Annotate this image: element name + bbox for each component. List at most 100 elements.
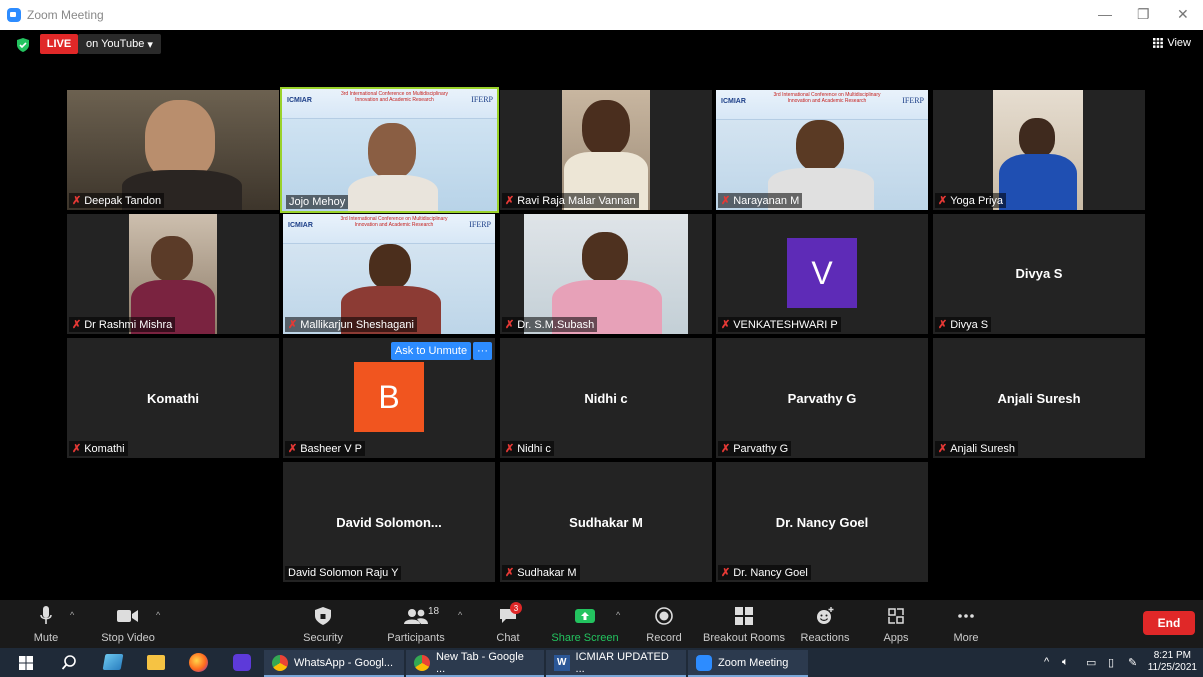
taskbar-word-document[interactable]: W ICMIAR UPDATED ...: [546, 650, 686, 677]
participant-video: [67, 90, 279, 210]
task-view-icon[interactable]: [102, 654, 124, 670]
participant-name-label: ✗ Dr. Nancy Goel: [718, 565, 811, 580]
participant-name: Dr. Nancy Goel: [733, 566, 808, 579]
youtube-stream-menu[interactable]: on YouTube ▾: [78, 34, 161, 54]
record-label: Record: [646, 632, 682, 644]
discord-icon[interactable]: [233, 654, 251, 671]
participant-name-label: ✗ Divya S: [935, 317, 992, 332]
video-tile[interactable]: Komathi ✗ Komathi: [67, 338, 279, 458]
maximize-button[interactable]: ❐: [1137, 6, 1150, 23]
volume-icon[interactable]: 🔈︎: [1062, 656, 1069, 669]
taskbar-app-label: WhatsApp - Googl...: [294, 656, 394, 669]
encryption-shield-icon[interactable]: [17, 38, 29, 52]
video-tile[interactable]: Sudhakar M ✗ Sudhakar M: [500, 462, 712, 582]
participant-figure: [368, 123, 416, 179]
video-tile-active-speaker[interactable]: ICMIAR 3rd International Conference on M…: [280, 87, 499, 213]
participant-avatar: V: [787, 238, 857, 308]
taskbar-zoom-meeting[interactable]: Zoom Meeting: [688, 650, 808, 677]
banner-org-right: IFERP: [902, 96, 924, 105]
battery-icon[interactable]: ▯: [1108, 656, 1114, 669]
mic-muted-icon: ✗: [72, 443, 82, 455]
participant-video: [993, 90, 1083, 210]
video-tile[interactable]: Parvathy G ✗ Parvathy G: [716, 338, 928, 458]
microphone-icon: [40, 604, 52, 628]
video-tile[interactable]: Anjali Suresh ✗ Anjali Suresh: [933, 338, 1145, 458]
mic-muted-icon: ✗: [505, 195, 515, 207]
pen-icon[interactable]: ✎: [1128, 656, 1137, 669]
clock-date: 11/25/2021: [1147, 662, 1197, 673]
reactions-button[interactable]: Reactions: [798, 600, 852, 648]
record-button[interactable]: Record: [644, 600, 684, 648]
participant-name-label: ✗ Ravi Raja Malar Vannan: [502, 193, 639, 208]
close-button[interactable]: ✕: [1177, 6, 1189, 23]
participant-name: Ravi Raja Malar Vannan: [517, 194, 636, 207]
participant-name-label: ✗ Basheer V P: [285, 441, 365, 456]
tile-more-options-button[interactable]: ···: [473, 342, 492, 360]
apps-button[interactable]: Apps: [878, 600, 914, 648]
participants-caret-icon[interactable]: ^: [458, 610, 462, 620]
view-button[interactable]: View: [1153, 37, 1191, 49]
conference-banner: ICMIAR 3rd International Conference on M…: [283, 214, 495, 244]
chat-label: Chat: [496, 632, 520, 644]
participant-name: Basheer V P: [300, 442, 362, 455]
video-tile[interactable]: Dr. Nancy Goel ✗ Dr. Nancy Goel: [716, 462, 928, 582]
mic-muted-icon: ✗: [505, 319, 515, 331]
network-icon[interactable]: ▭: [1086, 656, 1096, 669]
security-button[interactable]: Security: [300, 600, 346, 648]
clock-time: 8:21 PM: [1153, 650, 1191, 661]
share-options-caret-icon[interactable]: ^: [616, 610, 620, 620]
taskbar-whatsapp[interactable]: WhatsApp - Googl...: [264, 650, 404, 677]
banner-org-left: ICMIAR: [721, 98, 746, 105]
participant-name-label: ✗ Narayanan M: [718, 193, 803, 208]
video-camera-icon: [117, 604, 139, 628]
video-tile[interactable]: ✗ Dr. S.M.Subash: [500, 214, 712, 334]
mute-label: Mute: [33, 632, 59, 644]
more-button[interactable]: More: [948, 600, 984, 648]
mute-button[interactable]: Mute: [28, 600, 64, 648]
video-tile[interactable]: Divya S ✗ Divya S: [933, 214, 1145, 334]
video-options-caret-icon[interactable]: ^: [156, 610, 160, 620]
ask-to-unmute-button[interactable]: Ask to Unmute: [391, 342, 471, 360]
taskbar-clock[interactable]: 8:21 PM 11/25/2021: [1148, 650, 1197, 674]
windows-start-icon[interactable]: [19, 656, 33, 670]
video-tile[interactable]: ✗ Yoga Priya: [933, 90, 1145, 210]
mic-muted-icon: ✗: [721, 443, 731, 455]
video-tile[interactable]: ✗ Deepak Tandon: [67, 90, 279, 210]
video-tile[interactable]: V ✗ VENKATESHWARI P: [716, 214, 928, 334]
breakout-rooms-button[interactable]: Breakout Rooms: [703, 600, 785, 648]
participant-name-label: ✗ Deepak Tandon: [69, 193, 165, 208]
file-explorer-icon[interactable]: [147, 655, 165, 670]
video-tile[interactable]: David Solomon... David Solomon Raju Y: [283, 462, 495, 582]
share-screen-button[interactable]: Share Screen: [551, 600, 619, 648]
more-dots-icon: [957, 604, 975, 628]
participant-display-name: Nidhi c: [584, 390, 628, 406]
show-hidden-icons-chevron-icon[interactable]: ^: [1044, 656, 1049, 668]
stop-video-button[interactable]: Stop Video: [98, 600, 158, 648]
minimize-button[interactable]: —: [1098, 6, 1112, 22]
participant-name: Parvathy G: [733, 442, 789, 455]
chrome-icon: [272, 654, 288, 671]
participant-name: David Solomon Raju Y: [288, 567, 399, 579]
video-tile[interactable]: Nidhi c ✗ Nidhi c: [500, 338, 712, 458]
participant-figure: [145, 100, 215, 180]
participant-name-label: ✗ Parvathy G: [718, 441, 792, 456]
video-tile[interactable]: ICMIAR 3rd International Conference on M…: [716, 90, 928, 210]
live-badge[interactable]: LIVE: [40, 34, 78, 54]
participant-avatar: B: [354, 362, 424, 432]
banner-headline: 3rd International Conference on Multidis…: [340, 216, 448, 228]
video-tile[interactable]: ✗ Dr Rashmi Mishra: [67, 214, 279, 334]
audio-options-caret-icon[interactable]: ^: [70, 610, 74, 620]
taskbar-new-tab[interactable]: New Tab - Google ...: [406, 650, 544, 677]
chat-unread-badge: 3: [510, 602, 522, 614]
video-tile[interactable]: ICMIAR 3rd International Conference on M…: [283, 214, 495, 334]
participants-icon: [404, 604, 428, 628]
video-tile[interactable]: ✗ Ravi Raja Malar Vannan: [500, 90, 712, 210]
firefox-icon[interactable]: [189, 653, 208, 672]
chevron-down-icon: ▾: [147, 38, 153, 51]
end-meeting-button[interactable]: End: [1143, 611, 1195, 635]
taskbar-app-label: ICMIAR UPDATED ...: [575, 650, 669, 675]
reactions-label: Reactions: [800, 632, 850, 644]
search-icon[interactable]: [62, 655, 76, 670]
participant-name: Anjali Suresh: [950, 442, 1016, 455]
participant-display-name: Sudhakar M: [569, 514, 643, 530]
